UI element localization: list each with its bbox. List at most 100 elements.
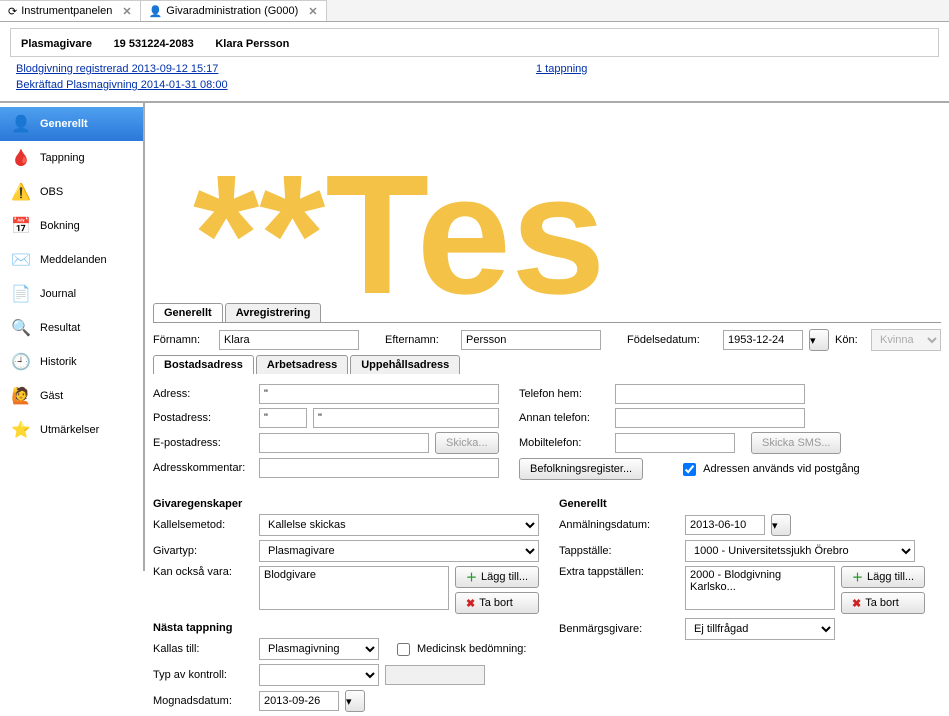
kon-label: Kön: bbox=[835, 334, 865, 346]
adress-label: Adress: bbox=[153, 388, 253, 400]
status-links: Blodgivning registrerad 2013-09-12 15:17… bbox=[16, 63, 933, 91]
typ-kontroll-select[interactable] bbox=[259, 664, 379, 686]
postort-input[interactable] bbox=[313, 408, 499, 428]
kon-select: Kvinna bbox=[871, 329, 941, 351]
link-blodgivning[interactable]: Blodgivning registrerad 2013-09-12 15:17 bbox=[16, 63, 536, 75]
kallelsemetod-label: Kallelsemetod: bbox=[153, 519, 253, 531]
annan-tel-input[interactable] bbox=[615, 408, 805, 428]
link-tappning[interactable]: 1 tappning bbox=[536, 63, 933, 75]
extra-tapp-label: Extra tappställen: bbox=[559, 566, 679, 578]
postnr-input[interactable] bbox=[259, 408, 307, 428]
close-icon[interactable]: ✕ bbox=[308, 5, 317, 18]
fodelsedatum-label: Födelsedatum: bbox=[627, 334, 717, 346]
efternamn-label: Efternamn: bbox=[385, 334, 455, 346]
nasta-tappning-title: Nästa tappning bbox=[153, 622, 553, 634]
close-icon[interactable]: ✕ bbox=[122, 5, 131, 18]
adress-postgang-checkbox[interactable] bbox=[683, 463, 696, 476]
typ-kontroll-extra bbox=[385, 665, 485, 685]
givartyp-label: Givartyp: bbox=[153, 545, 253, 557]
generellt2-title: Generellt bbox=[559, 498, 929, 510]
kallas-select[interactable]: Plasmagivning bbox=[259, 638, 379, 660]
adress-postgang-label: Adressen används vid postgång bbox=[703, 463, 860, 475]
adresskommentar-label: Adresskommentar: bbox=[153, 462, 253, 474]
date-picker-button[interactable]: ▾ bbox=[771, 514, 791, 536]
kallelsemetod-select[interactable]: Kallelse skickas bbox=[259, 514, 539, 536]
warning-icon: ⚠️ bbox=[10, 181, 32, 203]
mognads-label: Mognadsdatum: bbox=[153, 695, 253, 707]
tab-arbete[interactable]: Arbetsadress bbox=[256, 355, 348, 374]
annan-tel-label: Annan telefon: bbox=[519, 412, 609, 424]
mognads-input[interactable] bbox=[259, 691, 339, 711]
mobil-input[interactable] bbox=[615, 433, 735, 453]
kan-ocksa-list[interactable]: Blodgivare bbox=[259, 566, 449, 610]
plus-icon: ＋ bbox=[852, 569, 863, 585]
anmalning-input[interactable] bbox=[685, 515, 765, 535]
fornamn-input[interactable] bbox=[219, 330, 359, 350]
sidebar-item-resultat[interactable]: 🔍Resultat bbox=[0, 311, 143, 345]
sidebar: 👤Generellt 🩸Tappning ⚠️OBS 📅Bokning ✉️Me… bbox=[0, 103, 145, 571]
sidebar-item-gast[interactable]: 🙋Gäst bbox=[0, 379, 143, 413]
skicka-button: Skicka... bbox=[435, 432, 499, 454]
epost-label: E-postadress: bbox=[153, 437, 253, 449]
adresskommentar-input[interactable] bbox=[259, 458, 499, 478]
journal-icon: 📄 bbox=[10, 283, 32, 305]
fodelsedatum-input[interactable] bbox=[723, 330, 803, 350]
link-bekraftad[interactable]: Bekräftad Plasmagivning 2014-01-31 08:00 bbox=[16, 79, 536, 91]
extra-tapp-list[interactable]: 2000 - Blodgivning Karlsko... bbox=[685, 566, 835, 610]
medicinsk-checkbox[interactable] bbox=[397, 643, 410, 656]
plus-icon: ＋ bbox=[466, 569, 477, 585]
medicinsk-label: Medicinsk bedömning: bbox=[417, 643, 526, 655]
tab-uppehall[interactable]: Uppehållsadress bbox=[350, 355, 460, 374]
sidebar-item-tappning[interactable]: 🩸Tappning bbox=[0, 141, 143, 175]
kan-ocksa-label: Kan också vara: bbox=[153, 566, 253, 578]
blood-icon: 🩸 bbox=[10, 147, 32, 169]
search-icon: 🔍 bbox=[10, 317, 32, 339]
sidebar-item-bokning[interactable]: 📅Bokning bbox=[0, 209, 143, 243]
sidebar-item-generellt[interactable]: 👤Generellt bbox=[0, 107, 143, 141]
fornamn-label: Förnamn: bbox=[153, 334, 213, 346]
date-picker-button[interactable]: ▾ bbox=[809, 329, 829, 351]
tab-generellt[interactable]: Generellt bbox=[153, 303, 223, 322]
recycle-icon: ⟳ bbox=[8, 5, 17, 18]
postadress-label: Postadress: bbox=[153, 412, 253, 424]
sidebar-item-obs[interactable]: ⚠️OBS bbox=[0, 175, 143, 209]
givaregenskaper-title: Givaregenskaper bbox=[153, 498, 553, 510]
sidebar-item-historik[interactable]: 🕘Historik bbox=[0, 345, 143, 379]
givartyp-select[interactable]: Plasmagivare bbox=[259, 540, 539, 562]
skicka-sms-button: Skicka SMS... bbox=[751, 432, 841, 454]
delete-icon: ✖ bbox=[852, 597, 861, 610]
tab-bostad[interactable]: Bostadsadress bbox=[153, 355, 254, 374]
calendar-icon: 📅 bbox=[10, 215, 32, 237]
guest-icon: 🙋 bbox=[10, 385, 32, 407]
date-picker-button[interactable]: ▾ bbox=[345, 690, 365, 712]
befolkningsregister-button[interactable]: Befolkningsregister... bbox=[519, 458, 643, 480]
tab-avregistrering[interactable]: Avregistrering bbox=[225, 303, 322, 322]
anmalning-label: Anmälningsdatum: bbox=[559, 519, 679, 531]
delete-icon: ✖ bbox=[466, 597, 475, 610]
telefon-hem-input[interactable] bbox=[615, 384, 805, 404]
sidebar-item-utmarkelser[interactable]: ⭐Utmärkelser bbox=[0, 413, 143, 447]
ta-bort-button-2[interactable]: ✖Ta bort bbox=[841, 592, 925, 614]
sidebar-item-meddelanden[interactable]: ✉️Meddelanden bbox=[0, 243, 143, 277]
efternamn-input[interactable] bbox=[461, 330, 601, 350]
lagg-till-button[interactable]: ＋Lägg till... bbox=[455, 566, 539, 588]
mobil-label: Mobiltelefon: bbox=[519, 437, 609, 449]
sidebar-item-journal[interactable]: 📄Journal bbox=[0, 277, 143, 311]
tab-givaradmin[interactable]: 👤 Givaradministration (G000) ✕ bbox=[141, 0, 327, 21]
kallas-label: Kallas till: bbox=[153, 643, 253, 655]
benmargs-select[interactable]: Ej tillfrågad bbox=[685, 618, 835, 640]
person-icon: 👤 bbox=[10, 113, 32, 135]
lagg-till-button-2[interactable]: ＋Lägg till... bbox=[841, 566, 925, 588]
adress-input[interactable] bbox=[259, 384, 499, 404]
tappstalle-select[interactable]: 1000 - Universitetssjukh Örebro bbox=[685, 540, 915, 562]
ta-bort-button[interactable]: ✖Ta bort bbox=[455, 592, 539, 614]
donor-header: Plasmagivare 19 531224-2083 Klara Persso… bbox=[10, 28, 939, 57]
main-tabs: ⟳ Instrumentpanelen ✕ 👤 Givaradministrat… bbox=[0, 0, 949, 22]
typ-kontroll-label: Typ av kontroll: bbox=[153, 669, 253, 681]
epost-input[interactable] bbox=[259, 433, 429, 453]
tab-instrument[interactable]: ⟳ Instrumentpanelen ✕ bbox=[0, 0, 141, 21]
benmargs-label: Benmärgsgivare: bbox=[559, 623, 679, 635]
mail-icon: ✉️ bbox=[10, 249, 32, 271]
telefon-hem-label: Telefon hem: bbox=[519, 388, 609, 400]
star-icon: ⭐ bbox=[10, 419, 32, 441]
